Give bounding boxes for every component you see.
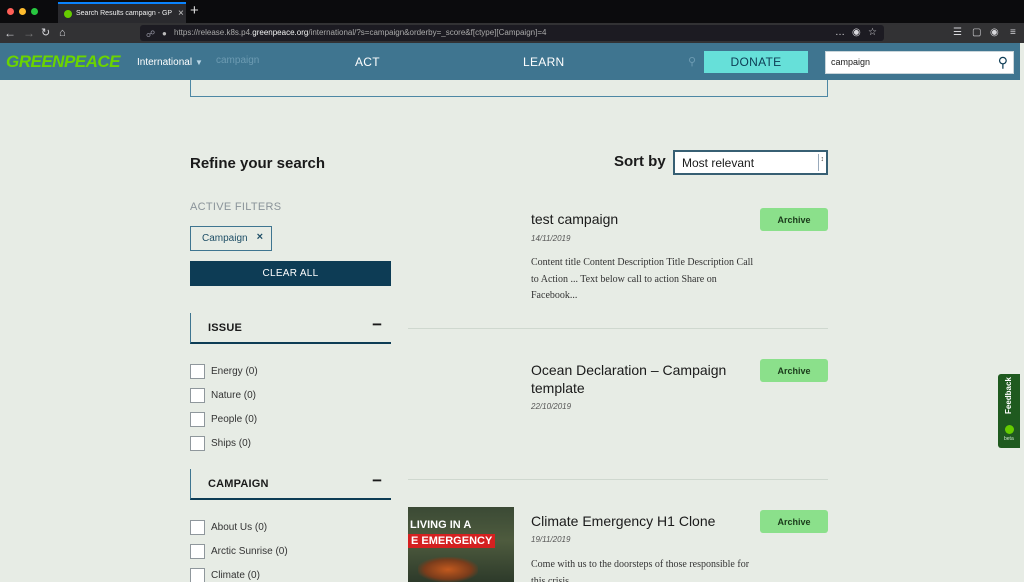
facet-header-issue[interactable]: ISSUE − bbox=[190, 313, 391, 344]
result-excerpt: Come with us to the doorsteps of those r… bbox=[531, 559, 750, 582]
select-arrows-icon[interactable]: ↕ bbox=[821, 156, 825, 163]
filter-option-people[interactable]: People (0) bbox=[190, 411, 257, 427]
result-date: 19/11/2019 bbox=[531, 535, 571, 544]
search-icon[interactable]: ⚲ bbox=[998, 54, 1008, 71]
result-date: 14/11/2019 bbox=[531, 234, 571, 243]
feedback-tab[interactable]: Feedback beta bbox=[998, 374, 1022, 448]
back-icon[interactable]: ← bbox=[4, 25, 16, 41]
filter-option-label: People (0) bbox=[211, 413, 258, 425]
shield-icon[interactable]: ☍ bbox=[146, 26, 155, 42]
new-tab-button[interactable]: + bbox=[190, 3, 199, 19]
nav-link-learn[interactable]: LEARN bbox=[523, 55, 565, 69]
donate-button[interactable]: DONATE bbox=[704, 51, 808, 73]
nav-search-ghost: campaign bbox=[216, 55, 260, 66]
country-selector[interactable]: International bbox=[137, 57, 192, 68]
archive-badge: Archive bbox=[760, 208, 828, 231]
checkbox[interactable] bbox=[190, 411, 205, 427]
active-filter-chip[interactable]: Campaign × bbox=[190, 226, 272, 251]
nav-search-icon[interactable]: ⚲ bbox=[688, 55, 696, 68]
browser-tab[interactable]: Search Results campaign - GP × bbox=[58, 2, 186, 23]
close-tab-icon[interactable]: × bbox=[178, 8, 184, 19]
thumbnail-text-line1: LIVING IN A bbox=[410, 519, 472, 531]
forward-icon[interactable]: → bbox=[23, 25, 35, 41]
feedback-beta-label: beta bbox=[1004, 436, 1014, 442]
checkbox[interactable] bbox=[190, 519, 205, 535]
sort-by-label: Sort by bbox=[614, 153, 666, 170]
result-date: 22/10/2019 bbox=[531, 402, 572, 411]
result-title[interactable]: test campaign bbox=[531, 210, 746, 228]
browser-tab-bar: Search Results campaign - GP × + bbox=[0, 0, 1024, 23]
result-title[interactable]: Climate Emergency H1 Clone bbox=[531, 512, 746, 530]
page-scrollbar[interactable] bbox=[1020, 43, 1024, 582]
greenpeace-favicon-icon bbox=[64, 9, 72, 18]
filter-option-label: About Us (0) bbox=[211, 521, 268, 533]
result-title[interactable]: Ocean Declaration – Campaign template bbox=[531, 361, 746, 397]
url-text: https://release.k8s.p4.greenpeace.org/in… bbox=[174, 28, 547, 37]
facet-header-campaign[interactable]: CAMPAIGN − bbox=[190, 469, 391, 500]
collapse-minus-icon[interactable]: − bbox=[372, 315, 382, 335]
checkbox[interactable] bbox=[190, 543, 205, 559]
browser-toolbar: ← → ↻ ⌂ ☍ ● https://release.k8s.p4.green… bbox=[0, 23, 1024, 43]
result-separator bbox=[408, 479, 828, 480]
filter-option-climate[interactable]: Climate (0) bbox=[190, 567, 260, 582]
filter-option-ships[interactable]: Ships (0) bbox=[190, 435, 251, 451]
archive-badge: Archive bbox=[760, 359, 828, 382]
header-search-field[interactable]: campaign ⚲ bbox=[825, 51, 1014, 74]
filter-option-energy[interactable]: Energy (0) bbox=[190, 363, 258, 379]
account-icon[interactable]: ◉ bbox=[990, 25, 999, 41]
pocket-icon[interactable]: ◉ bbox=[852, 25, 861, 41]
lock-icon: ● bbox=[162, 29, 167, 38]
result-excerpt: Content title Content Description Title … bbox=[531, 257, 754, 301]
filter-option-label: Arctic Sunrise (0) bbox=[211, 545, 288, 557]
filter-option-label: Nature (0) bbox=[211, 389, 257, 401]
facet-title: CAMPAIGN bbox=[208, 478, 269, 490]
select-divider bbox=[818, 154, 819, 171]
header-search-input[interactable]: campaign bbox=[831, 57, 870, 67]
checkbox[interactable] bbox=[190, 363, 205, 379]
active-filters-label: ACTIVE FILTERS bbox=[190, 201, 282, 213]
result-separator bbox=[408, 328, 828, 329]
feedback-label: Feedback bbox=[1004, 377, 1013, 414]
facet-title: ISSUE bbox=[208, 322, 243, 334]
filter-option-label: Ships (0) bbox=[211, 437, 252, 449]
page-actions-icon[interactable]: … bbox=[835, 25, 845, 41]
archive-badge: Archive bbox=[760, 510, 828, 533]
filter-option-about-us[interactable]: About Us (0) bbox=[190, 519, 267, 535]
checkbox[interactable] bbox=[190, 567, 205, 582]
checkbox[interactable] bbox=[190, 387, 205, 403]
active-filter-chip-label: Campaign bbox=[202, 233, 248, 244]
thumbnail-fire-glow bbox=[418, 557, 478, 582]
minimize-window-button[interactable] bbox=[19, 8, 26, 15]
reload-icon[interactable]: ↻ bbox=[41, 25, 50, 41]
greenpeace-logo[interactable]: GREENPEACE bbox=[6, 52, 121, 72]
search-box-bottom-edge bbox=[190, 80, 828, 97]
remove-filter-icon[interactable]: × bbox=[257, 231, 263, 243]
maximize-window-button[interactable] bbox=[31, 8, 38, 15]
feedback-logo-icon bbox=[1005, 425, 1014, 434]
home-icon[interactable]: ⌂ bbox=[59, 25, 66, 41]
bookmark-star-icon[interactable]: ☆ bbox=[868, 25, 877, 41]
menu-icon[interactable]: ≡ bbox=[1010, 25, 1016, 41]
caret-down-icon[interactable]: ▼ bbox=[195, 58, 203, 67]
thumbnail-text-line2: E EMERGENCY bbox=[408, 534, 496, 548]
tab-title: Search Results campaign - GP bbox=[76, 10, 173, 17]
refine-search-title: Refine your search bbox=[190, 155, 326, 172]
collapse-minus-icon[interactable]: − bbox=[372, 471, 382, 491]
sort-select[interactable]: Most relevant ↕ bbox=[673, 150, 828, 175]
filter-option-arctic-sunrise[interactable]: Arctic Sunrise (0) bbox=[190, 543, 288, 559]
sort-selected-value: Most relevant bbox=[682, 156, 755, 170]
checkbox[interactable] bbox=[190, 435, 205, 451]
filter-option-nature[interactable]: Nature (0) bbox=[190, 387, 256, 403]
library-icon[interactable]: ☰ bbox=[953, 25, 962, 41]
sidebar-icon[interactable]: ▢ bbox=[972, 25, 981, 41]
clear-all-button[interactable]: CLEAR ALL bbox=[190, 261, 391, 286]
result-thumbnail[interactable]: LIVING IN A E EMERGENCY bbox=[408, 507, 514, 582]
filter-option-label: Climate (0) bbox=[211, 569, 260, 581]
close-window-button[interactable] bbox=[7, 8, 14, 15]
address-bar[interactable]: ☍ ● https://release.k8s.p4.greenpeace.or… bbox=[140, 25, 884, 41]
filter-option-label: Energy (0) bbox=[211, 365, 258, 377]
nav-link-act[interactable]: ACT bbox=[355, 55, 380, 69]
